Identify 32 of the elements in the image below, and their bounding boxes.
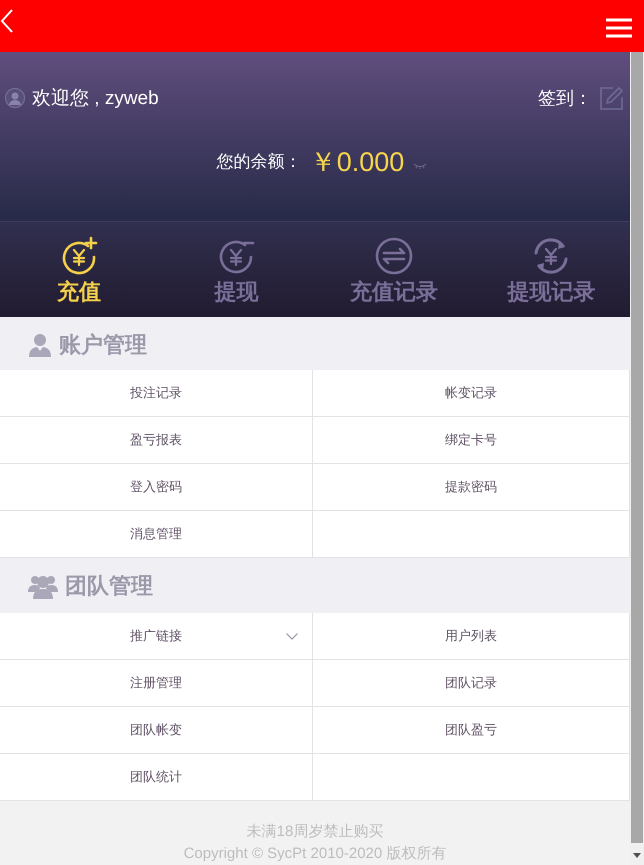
menu-item[interactable]: 团队统计 bbox=[0, 754, 313, 801]
section-title: 团队管理 bbox=[65, 574, 153, 596]
menu-item[interactable]: 绑定卡号 bbox=[313, 417, 630, 464]
scrollbar-thumb[interactable] bbox=[631, 52, 643, 843]
menu-item[interactable]: 提款密码 bbox=[313, 464, 630, 511]
menu-item[interactable]: 注册管理 bbox=[0, 660, 313, 707]
menu-item[interactable]: 登入密码 bbox=[0, 464, 313, 511]
back-icon bbox=[0, 9, 14, 33]
action-tab[interactable]: 充值 bbox=[0, 222, 158, 317]
menu-item[interactable]: 团队记录 bbox=[313, 660, 630, 707]
scrollbar-track[interactable] bbox=[630, 52, 644, 865]
menu-item[interactable]: 推广链接 bbox=[0, 613, 313, 660]
chevron-down-icon bbox=[286, 632, 298, 640]
balance-label: 您的余额： bbox=[216, 151, 302, 174]
menu-item[interactable]: 用户列表 bbox=[313, 613, 630, 660]
menu-item[interactable]: 投注记录 bbox=[0, 370, 313, 417]
avatar-icon bbox=[5, 88, 25, 108]
menu-button[interactable] bbox=[606, 17, 632, 39]
checkin-button[interactable]: 签到： bbox=[538, 86, 624, 110]
menu-item[interactable]: 团队盈亏 bbox=[313, 707, 630, 754]
welcome-text: 欢迎您 , zyweb bbox=[32, 88, 159, 108]
menu-item[interactable]: 消息管理 bbox=[0, 511, 313, 558]
menu-item[interactable]: 帐变记录 bbox=[313, 370, 630, 417]
menu-icon bbox=[606, 18, 632, 38]
person-icon bbox=[28, 332, 52, 356]
edit-icon bbox=[599, 86, 624, 110]
menu-item[interactable]: 盈亏报表 bbox=[0, 417, 313, 464]
section-title: 账户管理 bbox=[59, 334, 147, 356]
balance-amount: ￥0.000 bbox=[310, 148, 404, 176]
closed-eye-icon[interactable] bbox=[413, 163, 428, 169]
menu-item[interactable]: 团队帐变 bbox=[0, 707, 313, 754]
exchange-arrows-icon bbox=[374, 236, 414, 276]
